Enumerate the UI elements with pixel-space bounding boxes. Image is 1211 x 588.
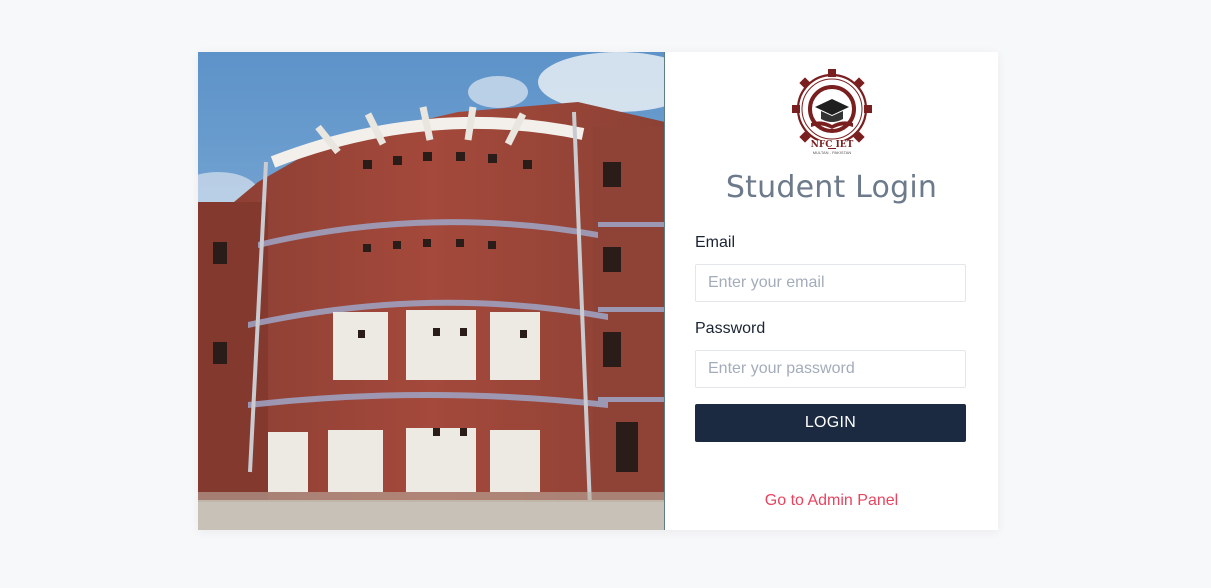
admin-panel-link[interactable]: Go to Admin Panel bbox=[665, 492, 998, 510]
logo-location: MULTAN - PAKISTAN bbox=[812, 150, 852, 155]
email-input[interactable] bbox=[695, 264, 966, 302]
login-card: NFC IET MULTAN - PAKISTAN Student Login … bbox=[198, 52, 998, 530]
logo-name: NFC IET bbox=[810, 140, 854, 150]
nfc-iet-logo: NFC IET MULTAN - PAKISTAN bbox=[781, 67, 883, 157]
page-title: Student Login bbox=[725, 170, 938, 205]
login-button[interactable]: LOGIN bbox=[695, 404, 966, 442]
password-input[interactable] bbox=[695, 350, 966, 388]
email-label: Email bbox=[695, 234, 736, 251]
login-panel: NFC IET MULTAN - PAKISTAN Student Login … bbox=[665, 52, 998, 530]
campus-building-photo bbox=[198, 52, 665, 530]
password-label: Password bbox=[695, 320, 766, 337]
